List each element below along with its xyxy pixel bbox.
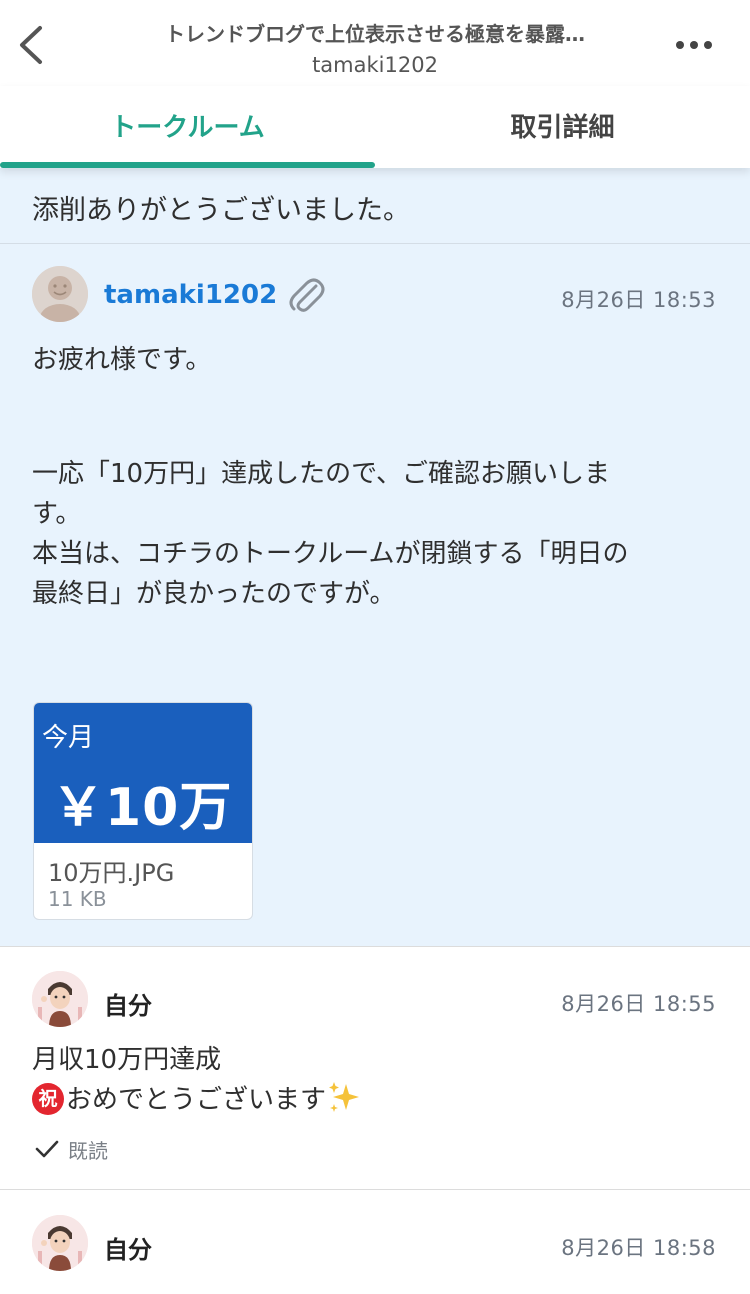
message-timestamp: 8月26日 18:55 xyxy=(561,992,716,1016)
paperclip-icon xyxy=(286,274,326,316)
message-timestamp: 8月26日 18:58 xyxy=(561,1236,716,1260)
avatar[interactable] xyxy=(32,266,88,322)
message-line: 一応「10万円」達成したので、ご確認お願いしま xyxy=(32,459,611,489)
user-avatar-icon xyxy=(32,971,88,1027)
default-avatar-icon xyxy=(32,266,88,322)
sparkles-icon xyxy=(329,1081,360,1112)
message-line: 月収10万円達成 xyxy=(32,1045,222,1075)
app-header: トレンドブログで上位表示させる極意を暴露… tamaki1202 xyxy=(0,0,750,86)
attachment-thumbnail: 今月 ￥10万 xyxy=(34,703,252,843)
message-timestamp: 8月26日 18:53 xyxy=(561,288,716,312)
message-line: お疲れ様です。 xyxy=(32,345,212,375)
message-line: 本当は、コチラのトークルームが閉鎖する「明日の xyxy=(32,539,629,569)
image-attachment[interactable]: 今月 ￥10万 10万円.JPG 11 KB xyxy=(33,702,253,920)
tab-talk-room[interactable]: トークルーム xyxy=(0,86,375,168)
message-line: 最終日」が良かったのですが。 xyxy=(32,579,396,609)
thumbnail-label: 今月 xyxy=(42,723,95,753)
avatar[interactable] xyxy=(32,971,88,1027)
attachment-filename: 10万円.JPG xyxy=(48,859,175,887)
message-text: おめでとうございます xyxy=(66,1085,327,1115)
message-divider xyxy=(0,243,750,244)
message-line-celebration: 祝おめでとうございます xyxy=(32,1080,362,1120)
celebration-emoji-icon: 祝 xyxy=(32,1082,64,1115)
message-divider xyxy=(0,1189,750,1190)
active-tab-indicator xyxy=(0,162,375,168)
checkmark-icon xyxy=(35,1140,59,1158)
sender-name[interactable]: tamaki1202 xyxy=(104,280,277,310)
message-line: す。 xyxy=(32,499,82,529)
attachment-size: 11 KB xyxy=(48,887,107,911)
received-message-area: 添削ありがとうございました。 tamaki1202 8月26日 18:53 お疲… xyxy=(0,168,750,946)
read-label: 既読 xyxy=(68,1138,108,1163)
header-title-block: トレンドブログで上位表示させる極意を暴露… tamaki1202 xyxy=(110,18,640,77)
tab-transaction-details[interactable]: 取引詳細 xyxy=(375,86,750,168)
message-divider xyxy=(0,946,750,947)
avatar[interactable] xyxy=(32,1215,88,1271)
sender-name: 自分 xyxy=(104,992,152,1020)
sender-name: 自分 xyxy=(104,1236,152,1264)
read-receipt: 既読 xyxy=(34,1134,108,1164)
user-avatar-icon xyxy=(32,1215,88,1271)
more-horizontal-icon xyxy=(676,41,712,49)
page-subtitle: tamaki1202 xyxy=(312,53,438,77)
thumbnail-amount: ￥10万 xyxy=(52,778,233,838)
page-title: トレンドブログで上位表示させる極意を暴露… xyxy=(165,22,585,46)
more-button[interactable] xyxy=(672,30,716,60)
chevron-left-icon xyxy=(20,26,42,64)
tab-bar: トークルーム 取引詳細 xyxy=(0,86,750,168)
back-button[interactable] xyxy=(14,22,54,68)
previous-message-text: 添削ありがとうございました。 xyxy=(32,195,410,226)
